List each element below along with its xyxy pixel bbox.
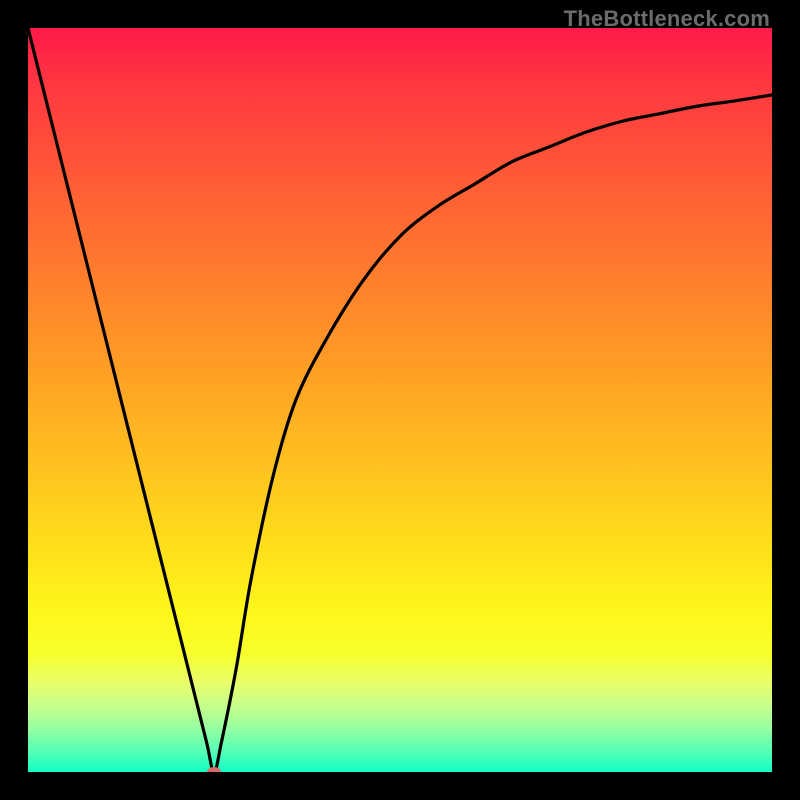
chart-frame: TheBottleneck.com [0,0,800,800]
watermark-text: TheBottleneck.com [564,6,770,32]
bottleneck-curve [28,28,772,772]
plot-area [28,28,772,772]
minimum-point-marker [207,767,221,772]
